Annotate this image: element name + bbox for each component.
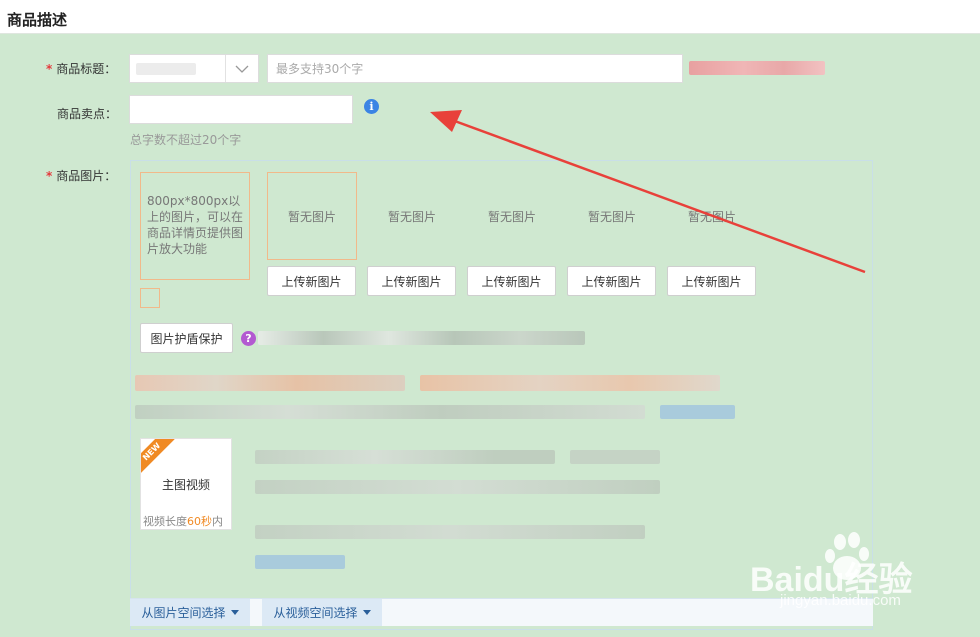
baidu-watermark: Baidu经验 jingyan.baidu.com	[750, 530, 970, 628]
watermark-url: jingyan.baidu.com	[780, 592, 901, 609]
